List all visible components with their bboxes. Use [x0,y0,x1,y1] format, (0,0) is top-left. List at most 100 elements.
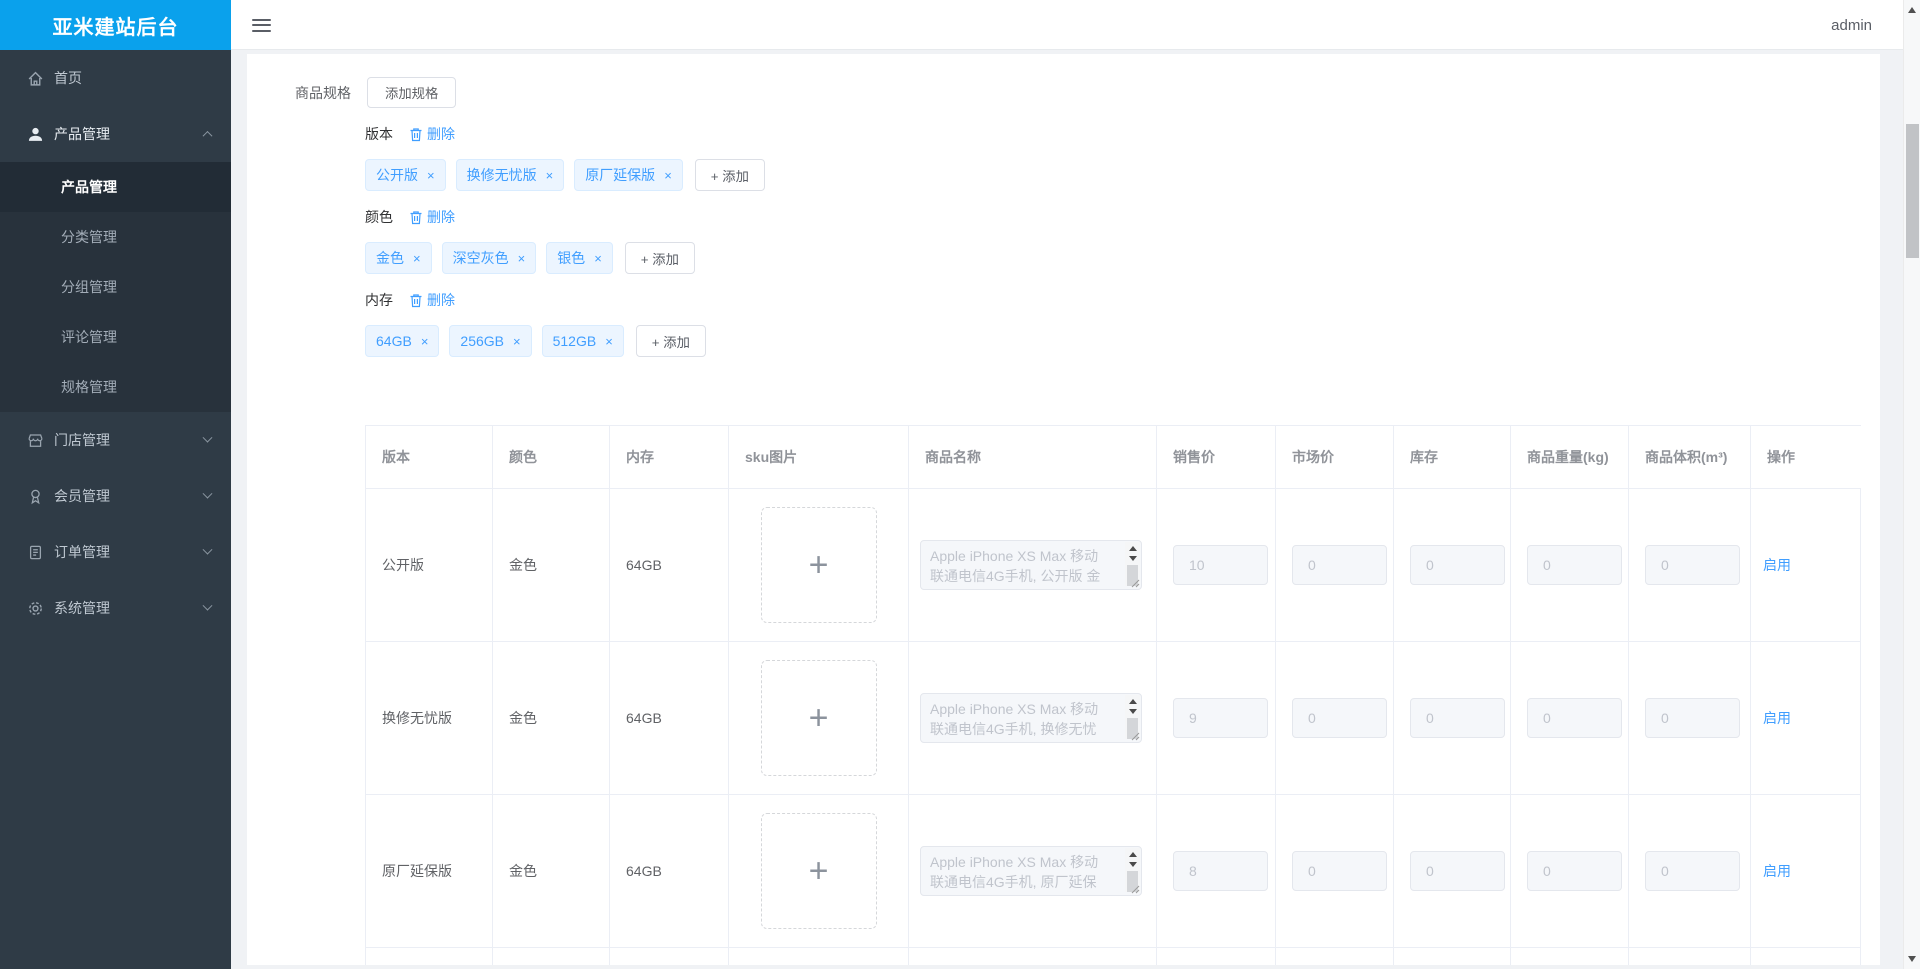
column-header: 商品体积(m³) [1629,426,1751,489]
delete-group-link[interactable]: 删除 [409,207,455,227]
table-row: 换修无忧版 金色 64GB + Apple iPhone XS Max 移动 联… [366,642,1861,795]
plus-icon: + [808,699,829,737]
color-cell: 金色 [493,642,610,795]
column-header: 市场价 [1276,426,1394,489]
tag-remove-icon[interactable]: × [427,169,435,182]
stock-input[interactable]: 0 [1410,698,1505,738]
market-price-cell: 0 [1276,489,1394,642]
enable-link[interactable]: 启用 [1763,708,1791,728]
stock-cell: 0 [1394,642,1511,795]
user-menu[interactable]: admin [1831,0,1872,50]
content: 商品规格 添加规格 版本 删除 公开版 × 换修无忧版 × 原厂延保版 × + … [231,50,1920,965]
weight-input[interactable]: 0 [1527,851,1622,891]
image-upload-button[interactable]: + [760,507,877,623]
sidebar-item-label: 产品管理 [54,126,110,142]
scrollbar-up-arrow-icon[interactable] [1908,7,1916,13]
page-scrollbar[interactable] [1903,0,1920,969]
add-spec-button[interactable]: 添加规格 [367,77,457,108]
add-tag-button[interactable]: + 添加 [694,159,765,191]
sku-image-cell: + [729,948,909,965]
hamburger-menu-icon[interactable] [252,15,271,34]
scroll-down-icon[interactable] [1128,556,1137,561]
enable-link[interactable]: 启用 [1763,555,1791,575]
enable-link[interactable]: 启用 [1763,861,1791,881]
version-cell [366,948,493,965]
sale-price-cell: 10 [1157,489,1276,642]
tag-remove-icon[interactable]: × [594,252,602,265]
sku-image-cell: + [729,795,909,948]
table-body: 公开版 金色 64GB + Apple iPhone XS Max 移动 联通电… [366,489,1861,965]
product-name-textarea[interactable]: Apple iPhone XS Max 移动 联通电信4G手机, 公开版 金 [920,540,1142,590]
resize-grip-icon[interactable] [1131,732,1140,741]
product-name-textarea[interactable]: Apple iPhone XS Max 移动 联通电信4G手机, 换修无忧 [920,693,1142,743]
sidebar-item-member-management[interactable]: 会员管理 [0,468,231,524]
image-upload-button[interactable]: + [760,813,877,929]
tag-remove-icon[interactable]: × [605,335,613,348]
volume-cell: 0 [1629,489,1751,642]
volume-input[interactable]: 0 [1645,698,1740,738]
sidebar-subitem-comment-management[interactable]: 评论管理 [0,312,231,362]
scrollbar-down-arrow-icon[interactable] [1908,956,1916,962]
plus-icon: + [808,546,829,584]
sidebar-subitem-product-management[interactable]: 产品管理 [0,162,231,212]
tag-remove-icon[interactable]: × [513,335,521,348]
sidebar-subitem-group-management[interactable]: 分组管理 [0,262,231,312]
sidebar-item-label: 系统管理 [54,600,110,616]
market-price-input[interactable]: 0 [1292,545,1387,585]
add-tag-button[interactable]: + 添加 [635,325,706,357]
tag-remove-icon[interactable]: × [413,252,421,265]
sku-image-cell: + [729,642,909,795]
spec-group-version: 版本 删除 公开版 × 换修无忧版 × 原厂延保版 × + 添加 [365,124,1880,191]
stock-input[interactable]: 0 [1410,545,1505,585]
volume-input[interactable]: 0 [1645,851,1740,891]
column-header: 颜色 [493,426,610,489]
scroll-down-icon[interactable] [1128,709,1137,714]
market-price-input[interactable]: 0 [1292,851,1387,891]
trash-icon [410,210,422,224]
spec-tag: 512GB × [541,325,624,357]
tag-remove-icon[interactable]: × [546,169,554,182]
sale-price-input[interactable]: 9 [1173,698,1268,738]
tag-remove-icon[interactable]: × [421,335,429,348]
scroll-up-icon[interactable] [1128,546,1137,551]
member-icon [31,489,40,504]
volume-input[interactable]: 0 [1645,545,1740,585]
user-icon [28,127,43,141]
delete-group-link[interactable]: 删除 [409,124,455,144]
weight-input[interactable]: 0 [1527,545,1622,585]
scroll-down-icon[interactable] [1128,862,1137,867]
volume-cell: 0 [1629,642,1751,795]
resize-grip-icon[interactable] [1131,885,1140,894]
tag-remove-icon[interactable]: × [518,252,526,265]
sidebar-item-home[interactable]: 首页 [0,50,231,106]
sale-price-input[interactable]: 8 [1173,851,1268,891]
version-cell: 原厂延保版 [366,795,493,948]
sale-price-input[interactable]: 10 [1173,545,1268,585]
product-name-textarea[interactable]: Apple iPhone XS Max 移动 联通电信4G手机, 原厂延保 [920,846,1142,896]
tag-remove-icon[interactable]: × [664,169,672,182]
sidebar-item-order-management[interactable]: 订单管理 [0,524,231,580]
image-upload-button[interactable]: + [760,660,877,776]
sku-table: 版本 颜色 内存 sku图片 商品名称 销售价 市场价 库存 商品重量(kg) … [365,425,1861,965]
sidebar-item-product-management[interactable]: 产品管理 [0,106,231,162]
scroll-up-icon[interactable] [1128,852,1137,857]
sidebar-item-system-management[interactable]: 系统管理 [0,580,231,636]
stock-input[interactable]: 0 [1410,851,1505,891]
market-price-input[interactable]: 0 [1292,698,1387,738]
scroll-up-icon[interactable] [1128,699,1137,704]
resize-grip-icon[interactable] [1131,579,1140,588]
product-name-cell: Apple iPhone XS Max 移动 联通电信4G手机, 公开版 金 [909,489,1157,642]
column-header: 版本 [366,426,493,489]
memory-cell: 64GB [610,489,729,642]
sidebar-item-store-management[interactable]: 门店管理 [0,412,231,468]
scrollbar-thumb[interactable] [1906,124,1919,258]
sidebar-subitem-category-management[interactable]: 分类管理 [0,212,231,262]
delete-group-link[interactable]: 删除 [409,290,455,310]
topbar: admin [231,0,1920,50]
memory-cell [610,948,729,965]
sidebar-subitem-spec-management[interactable]: 规格管理 [0,362,231,412]
main-area: admin 商品规格 添加规格 版本 删除 公开版 × 换修无忧版 × 原厂延保… [231,0,1920,969]
weight-input[interactable]: 0 [1527,698,1622,738]
add-tag-button[interactable]: + 添加 [624,242,695,274]
table-header-row: 版本 颜色 内存 sku图片 商品名称 销售价 市场价 库存 商品重量(kg) … [366,426,1861,489]
